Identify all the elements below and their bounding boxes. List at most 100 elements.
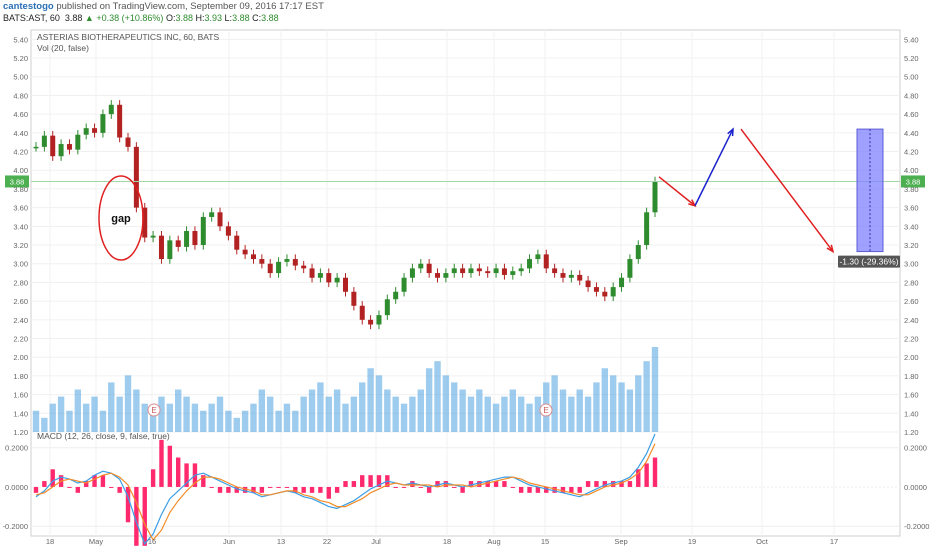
price-tick-right: 2.60 (904, 297, 919, 306)
macd-histogram-bar (644, 463, 649, 487)
price-tick-right: 4.60 (904, 110, 919, 119)
volume-bar (333, 389, 341, 432)
macd-histogram-bar (393, 486, 398, 488)
candle-body (326, 273, 332, 283)
volume-bar (91, 396, 98, 432)
candle-body (75, 134, 81, 150)
volume-bar (225, 410, 232, 432)
macd-histogram-bar (159, 439, 164, 487)
price-tick-left: 2.20 (13, 335, 28, 344)
candle-body (225, 226, 231, 236)
macd-histogram-bar (410, 481, 415, 487)
volume-bar (593, 382, 600, 432)
publish-line: cantestogo published on TradingView.com,… (3, 1, 324, 12)
macd-histogram-bar (309, 486, 315, 493)
volume-bar (116, 396, 123, 432)
candle-body (460, 268, 466, 274)
price-tick-right: 1.20 (904, 428, 919, 437)
candle-body (267, 263, 273, 274)
candle-body (292, 259, 298, 266)
price-change: +0.38 (+10.86%) (96, 13, 164, 23)
time-tick-label: Sep (614, 537, 627, 546)
macd-histogram-bar (167, 445, 173, 487)
volume-bar (626, 389, 634, 432)
price-tick-left: 4.00 (13, 166, 28, 175)
volume-bar (32, 410, 40, 432)
price-tick-right: 3.60 (904, 204, 919, 213)
candle-body (376, 315, 382, 325)
volume-bar (476, 389, 483, 432)
earnings-marker-label: E (543, 406, 548, 415)
volume-bar (200, 410, 207, 432)
volume-bar (74, 389, 82, 432)
price-tick-left: 5.40 (13, 35, 28, 44)
price-tick-left: 2.40 (13, 316, 28, 325)
macd-histogram-bar (217, 486, 223, 493)
candle-body (535, 254, 541, 260)
time-tick-label: 22 (323, 537, 331, 546)
volume-bar (250, 403, 257, 432)
candle-body (301, 265, 307, 269)
price-tick-left: 4.20 (13, 148, 28, 157)
volume-bar (568, 396, 575, 432)
projection-arrow-up (694, 128, 734, 207)
time-tick-label: 15 (541, 537, 549, 546)
candle-body (125, 137, 131, 147)
volume-bar (534, 396, 542, 432)
candle-body (117, 104, 123, 138)
candle-body (451, 268, 457, 274)
open-value: 3.88 (175, 13, 193, 23)
candle-body (585, 280, 591, 288)
volume-bar (191, 403, 199, 432)
author-link[interactable]: cantestogo (3, 1, 54, 12)
macd-tick-left: 0.2000 (5, 444, 28, 453)
volume-bar (124, 375, 132, 432)
last-price: 3.88 (64, 13, 83, 23)
axes: 5.40 5.40 5.20 5.20 5.00 5.00 4.80 4.80 4.60 4.60… (3, 35, 930, 546)
candle-body (100, 114, 106, 133)
volume-bar (526, 403, 533, 432)
volume-bar (517, 396, 525, 432)
candle-body (33, 146, 39, 149)
measure-tag-text: -1.30 (-29.36%) (839, 257, 898, 267)
candle-body (58, 144, 64, 157)
macd-histogram-bar (326, 486, 331, 499)
macd-histogram-bar (318, 486, 323, 493)
chart-header: cantestogo published on TradingView.com,… (0, 0, 932, 26)
macd-histogram-bar (443, 481, 449, 487)
volume-bar (57, 396, 65, 432)
price-tick-left: 3.40 (13, 222, 28, 231)
macd-histogram-bar (226, 486, 231, 493)
price-tick-left: 3.80 (13, 185, 28, 194)
candle-body (610, 287, 616, 297)
price-tick-left: 1.20 (13, 428, 28, 437)
macd-histogram-bar (301, 486, 306, 493)
candle-body (158, 235, 164, 260)
candle-body (343, 277, 348, 292)
volume-bar (434, 361, 441, 432)
gap-label: gap (111, 213, 131, 225)
price-tick-left: 2.60 (13, 297, 28, 306)
volume-bar (551, 375, 558, 432)
volume-bar (41, 417, 48, 432)
volume-bar (317, 382, 324, 432)
macd-histogram-bar (610, 481, 616, 487)
price-tick-left: 1.60 (13, 391, 28, 400)
volume-bar (467, 396, 475, 432)
macd-tick-right: 0.0000 (904, 483, 927, 492)
macd-histogram-bar (577, 486, 582, 493)
price-tick-left: 3.00 (13, 260, 28, 269)
chart-canvas[interactable]: 3.88 3.88gapE E-1.30 (-29.36%) 5.40 5.405.2… (0, 26, 932, 550)
price-tick-left: 1.80 (13, 372, 28, 381)
macd-histogram-bar (510, 486, 515, 488)
candle-body (192, 231, 198, 246)
volume-bar (375, 375, 383, 432)
candle-body (393, 291, 399, 300)
candle-body (435, 273, 441, 278)
candle-body (602, 291, 608, 297)
volume-bar (66, 410, 73, 432)
candle-body (368, 319, 374, 325)
time-tick-label: Aug (487, 537, 500, 546)
volume-bar (158, 396, 165, 432)
candle-body (485, 271, 491, 274)
